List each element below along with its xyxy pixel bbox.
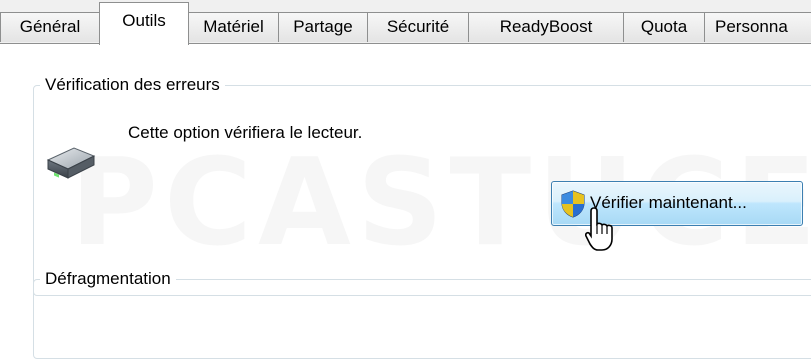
error-check-description: Cette option vérifiera le lecteur. xyxy=(128,123,363,142)
tab-outils[interactable]: Outils xyxy=(99,2,189,45)
tab-strip: Général Outils Matériel Partage Sécurité… xyxy=(0,0,811,45)
hard-drive-icon xyxy=(46,147,96,179)
hand-cursor-icon xyxy=(585,207,613,251)
tab-materiel[interactable]: Matériel xyxy=(188,12,279,42)
tab-personnaliser[interactable]: Personna xyxy=(704,12,811,42)
uac-shield-icon xyxy=(561,190,585,218)
defrag-group: Défragmentation xyxy=(33,269,811,359)
tab-panel-outils: PCASTUCES Vérification des erreurs Cette… xyxy=(0,44,811,359)
tab-securite[interactable]: Sécurité xyxy=(367,12,469,42)
tab-quota[interactable]: Quota xyxy=(623,12,705,42)
error-check-title: Vérification des erreurs xyxy=(40,75,225,95)
tab-partage[interactable]: Partage xyxy=(278,12,368,42)
tab-readyboost[interactable]: ReadyBoost xyxy=(468,12,624,42)
tab-general[interactable]: Général xyxy=(0,12,100,42)
defrag-title: Défragmentation xyxy=(40,269,176,289)
